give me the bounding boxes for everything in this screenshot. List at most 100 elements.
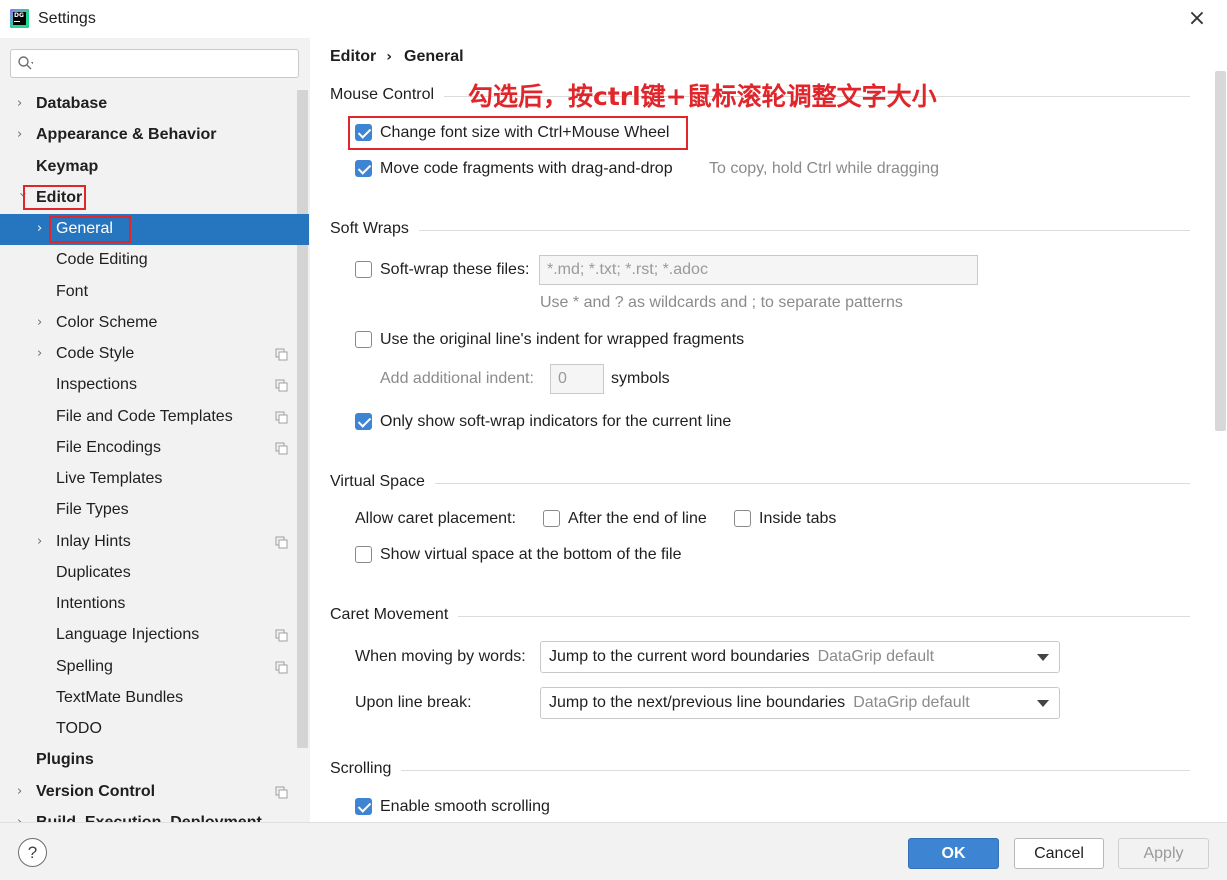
section-title-virtual-space: Virtual Space xyxy=(330,473,435,491)
line-break-value: Jump to the next/previous line boundarie… xyxy=(549,694,846,711)
line-break-select[interactable]: Jump to the next/previous line boundarie… xyxy=(540,687,1060,719)
symbols-label: symbols xyxy=(611,370,670,387)
highlight-box-editor xyxy=(23,185,86,210)
breadcrumb-parent[interactable]: Editor xyxy=(330,48,376,65)
sidebar-item-inlay-hints[interactable]: › Inlay Hints xyxy=(0,527,309,558)
project-scope-icon xyxy=(275,536,288,549)
sidebar-item-build-execution-deployment[interactable]: › Build, Execution, Deployment xyxy=(0,808,309,822)
moving-by-words-value: Jump to the current word boundaries xyxy=(549,648,810,665)
sidebar-item-textmate-bundles[interactable]: TextMate Bundles xyxy=(0,683,309,714)
project-scope-icon xyxy=(275,442,288,455)
dropdown-arrow-icon xyxy=(1037,654,1049,661)
search-input[interactable] xyxy=(10,49,299,78)
cancel-button[interactable]: Cancel xyxy=(1014,838,1104,869)
highlight-box-change-font xyxy=(348,116,688,150)
section-title-scrolling: Scrolling xyxy=(330,760,402,778)
sidebar-item-language-injections[interactable]: Language Injections xyxy=(0,620,309,651)
title-bar: DG Settings × xyxy=(0,0,1227,38)
allow-caret-label: Allow caret placement: xyxy=(355,510,516,527)
show-virtual-space-label[interactable]: Show virtual space at the bottom of the … xyxy=(380,546,682,564)
dialog-footer: ? OK Cancel Apply xyxy=(0,822,1227,880)
sidebar-item-file-encodings[interactable]: File Encodings xyxy=(0,433,309,464)
additional-indent-field[interactable]: 0 xyxy=(550,364,604,394)
sidebar-item-plugins[interactable]: Plugins xyxy=(0,745,309,776)
chevron-right-icon: › xyxy=(37,315,43,330)
additional-indent-label: Add additional indent: xyxy=(380,370,534,387)
close-icon[interactable]: × xyxy=(1186,8,1208,30)
sidebar-item-version-control[interactable]: › Version Control xyxy=(0,777,309,808)
section-title-soft-wraps: Soft Wraps xyxy=(330,220,419,238)
soft-wrap-indicators-checkbox[interactable] xyxy=(355,413,372,430)
dropdown-arrow-icon xyxy=(1037,700,1049,707)
moving-by-words-label: When moving by words: xyxy=(355,648,526,665)
section-divider xyxy=(330,230,1190,231)
help-icon[interactable]: ? xyxy=(18,838,47,867)
sidebar-item-code-style[interactable]: › Code Style xyxy=(0,339,309,370)
project-scope-icon xyxy=(275,629,288,642)
chevron-right-icon: › xyxy=(17,127,23,142)
soft-wrap-files-checkbox[interactable] xyxy=(355,261,372,278)
highlight-box-general xyxy=(49,216,131,243)
chevron-right-icon: › xyxy=(17,96,23,111)
datagrip-logo-icon: DG xyxy=(10,9,29,28)
sidebar-item-code-editing[interactable]: Code Editing xyxy=(0,245,309,276)
sidebar-item-todo[interactable]: TODO xyxy=(0,714,309,745)
sidebar-item-file-types[interactable]: File Types xyxy=(0,495,309,526)
section-title-caret-movement: Caret Movement xyxy=(330,606,459,624)
line-break-default: DataGrip default xyxy=(853,694,970,711)
breadcrumb-separator: › xyxy=(386,49,392,65)
sidebar-item-spelling[interactable]: Spelling xyxy=(0,652,309,683)
sidebar-item-font[interactable]: Font xyxy=(0,277,309,308)
line-break-label: Upon line break: xyxy=(355,694,472,711)
sidebar-item-database[interactable]: › Database xyxy=(0,89,309,120)
after-end-of-line-checkbox[interactable] xyxy=(543,510,560,527)
move-code-fragments-checkbox[interactable] xyxy=(355,160,372,177)
project-scope-icon xyxy=(275,379,288,392)
move-code-fragments-label[interactable]: Move code fragments with drag-and-drop xyxy=(380,160,673,178)
original-indent-checkbox[interactable] xyxy=(355,331,372,348)
project-scope-icon xyxy=(275,348,288,361)
sidebar-item-duplicates[interactable]: Duplicates xyxy=(0,558,309,589)
soft-wrap-files-label[interactable]: Soft-wrap these files: xyxy=(380,261,529,279)
chevron-right-icon: › xyxy=(17,784,23,799)
section-divider xyxy=(330,616,1190,617)
window-title: Settings xyxy=(38,10,96,27)
section-title-mouse-control: Mouse Control xyxy=(330,86,445,104)
sidebar-item-intentions[interactable]: Intentions xyxy=(0,589,309,620)
apply-button[interactable]: Apply xyxy=(1118,838,1209,869)
smooth-scrolling-label[interactable]: Enable smooth scrolling xyxy=(380,798,550,816)
ok-button[interactable]: OK xyxy=(908,838,999,869)
moving-by-words-select[interactable]: Jump to the current word boundaries DataG… xyxy=(540,641,1060,673)
moving-by-words-default: DataGrip default xyxy=(817,648,935,665)
project-scope-icon xyxy=(275,411,288,424)
project-scope-icon xyxy=(275,786,288,799)
chevron-right-icon: › xyxy=(37,534,43,549)
sidebar-item-appearance-behavior[interactable]: › Appearance & Behavior xyxy=(0,120,309,151)
sidebar-item-live-templates[interactable]: Live Templates xyxy=(0,464,309,495)
chevron-right-icon: › xyxy=(37,221,43,236)
section-divider xyxy=(330,483,1190,484)
chevron-right-icon: › xyxy=(17,815,29,822)
sidebar-item-file-code-templates[interactable]: File and Code Templates xyxy=(0,402,309,433)
wildcard-hint: Use * and ? as wildcards and ; to separa… xyxy=(540,294,903,311)
inside-tabs-label[interactable]: Inside tabs xyxy=(759,510,836,528)
original-indent-label[interactable]: Use the original line's indent for wrapp… xyxy=(380,331,744,349)
section-divider xyxy=(330,770,1190,771)
inside-tabs-checkbox[interactable] xyxy=(734,510,751,527)
annotation-text: 勾选后，按ctrl键+鼠标滚轮调整文字大小 xyxy=(468,82,937,111)
settings-content: Editor › General Mouse Control 勾选后，按ctrl键+… xyxy=(310,38,1227,822)
project-scope-icon xyxy=(275,661,288,674)
sidebar-item-general[interactable]: › General xyxy=(0,214,309,245)
breadcrumb-current: General xyxy=(404,48,464,65)
content-scrollbar[interactable] xyxy=(1215,71,1226,431)
soft-wrap-indicators-label[interactable]: Only show soft-wrap indicators for the c… xyxy=(380,413,731,431)
smooth-scrolling-checkbox[interactable] xyxy=(355,798,372,815)
soft-wrap-patterns-field[interactable]: *.md; *.txt; *.rst; *.adoc xyxy=(539,255,978,285)
sidebar-item-inspections[interactable]: Inspections xyxy=(0,370,309,401)
sidebar-item-color-scheme[interactable]: › Color Scheme xyxy=(0,308,309,339)
chevron-right-icon: › xyxy=(37,346,43,361)
after-end-of-line-label[interactable]: After the end of line xyxy=(568,510,707,528)
sidebar-item-keymap[interactable]: Keymap xyxy=(0,152,309,183)
show-virtual-space-checkbox[interactable] xyxy=(355,546,372,563)
settings-sidebar: › Database › Appearance & Behavior Keyma… xyxy=(0,38,310,822)
